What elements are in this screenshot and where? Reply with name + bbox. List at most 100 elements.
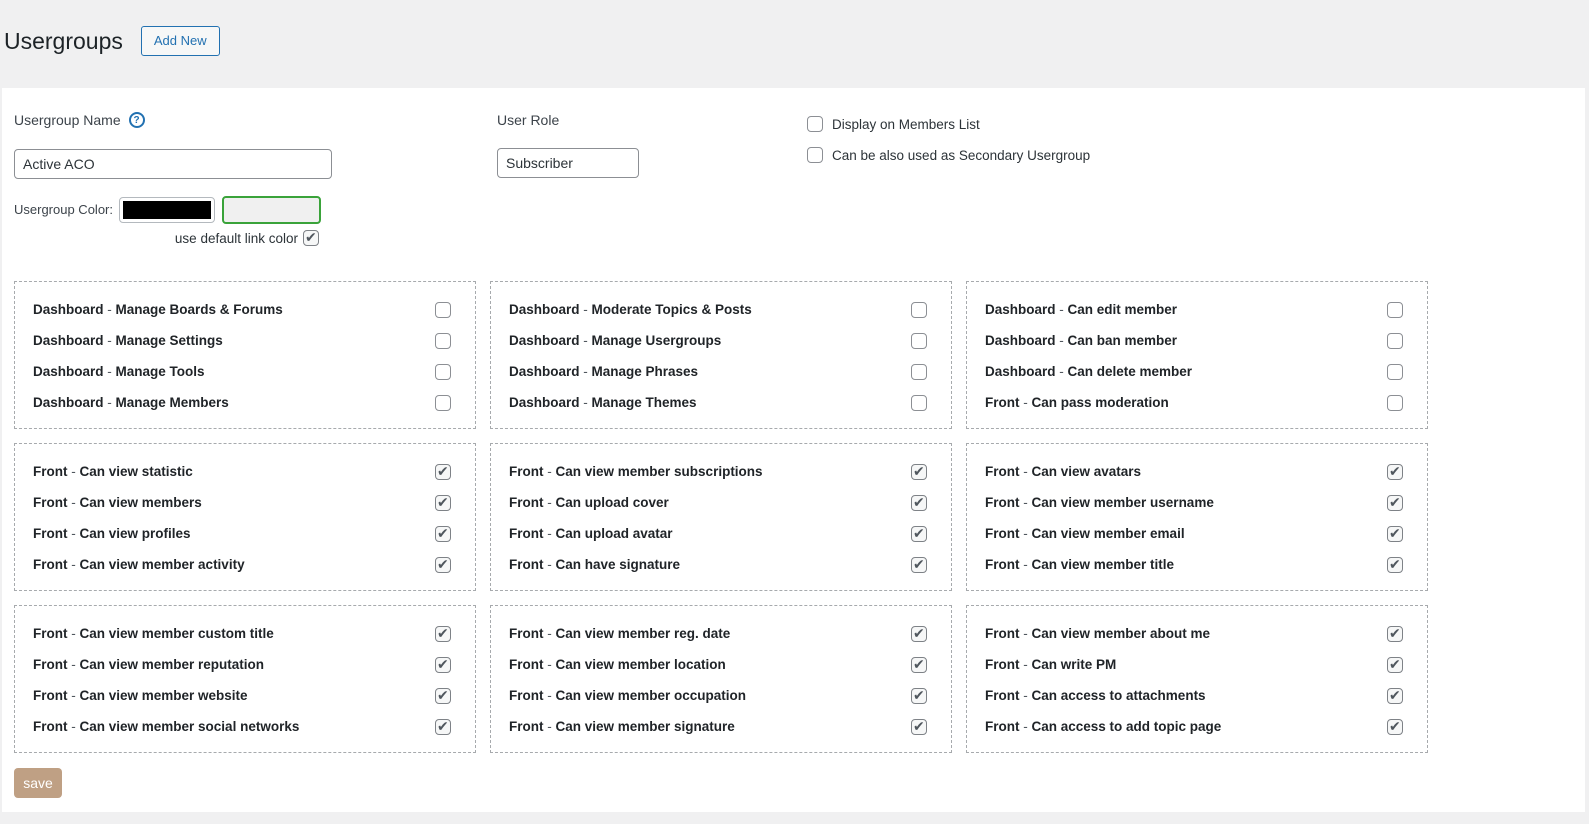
permission-row: Front - Can view member username [985,487,1403,518]
permission-checkbox[interactable] [1387,526,1403,542]
default-link-color-checkbox[interactable] [303,230,319,246]
permission-name: Can view statistic [80,464,193,479]
usergroup-name-input[interactable] [14,149,332,179]
permission-checkbox[interactable] [1387,464,1403,480]
permission-row: Front - Can view member activity [33,549,451,580]
permission-name: Can view member title [1032,557,1175,572]
permission-checkbox[interactable] [911,333,927,349]
display-on-members-list-checkbox[interactable] [807,116,823,132]
permission-name: Manage Settings [116,333,223,348]
permission-checkbox[interactable] [435,333,451,349]
permission-checkbox[interactable] [911,302,927,318]
permission-row: Front - Can view profiles [33,518,451,549]
permission-separator: - [1020,495,1032,510]
add-new-button[interactable]: Add New [141,26,220,56]
permission-separator: - [544,626,556,641]
permission-checkbox[interactable] [911,657,927,673]
permissions-grid: Dashboard - Manage Boards & ForumsDashbo… [14,281,1428,753]
permission-prefix: Front [509,495,544,510]
permission-checkbox[interactable] [435,688,451,704]
permission-checkbox[interactable] [435,626,451,642]
usergroup-color-input[interactable] [222,196,321,224]
permission-checkbox[interactable] [435,719,451,735]
permission-name: Can edit member [1068,302,1178,317]
permission-label: Front - Can access to add topic page [985,719,1221,734]
permission-name: Can view member reg. date [556,626,731,641]
permission-checkbox[interactable] [911,526,927,542]
permission-checkbox[interactable] [435,302,451,318]
permission-label: Front - Can view member about me [985,626,1210,641]
permission-checkbox[interactable] [435,526,451,542]
permission-prefix: Front [33,557,68,572]
permission-row: Front - Can view member custom title [33,618,451,649]
permission-checkbox[interactable] [911,688,927,704]
permission-name: Manage Tools [116,364,205,379]
permission-prefix: Dashboard [33,302,104,317]
permission-checkbox[interactable] [435,657,451,673]
user-role-input[interactable] [497,148,639,178]
usergroup-form-card: Usergroup Name ? Usergroup Color: use de… [2,88,1585,812]
permission-checkbox[interactable] [435,557,451,573]
permission-name: Manage Members [116,395,229,410]
permission-row: Front - Can view member social networks [33,711,451,742]
permission-name: Can view member username [1032,495,1214,510]
permission-separator: - [1020,719,1032,734]
permission-name: Can view profiles [80,526,191,541]
permission-prefix: Front [985,395,1020,410]
permission-checkbox[interactable] [1387,395,1403,411]
permission-label: Dashboard - Moderate Topics & Posts [509,302,752,317]
permission-checkbox[interactable] [1387,364,1403,380]
save-button[interactable]: save [14,768,62,798]
permission-checkbox[interactable] [1387,302,1403,318]
permission-separator: - [580,302,592,317]
permission-separator: - [104,364,116,379]
permission-prefix: Front [509,526,544,541]
permission-checkbox[interactable] [435,395,451,411]
permission-separator: - [1020,464,1032,479]
permission-checkbox[interactable] [435,364,451,380]
page-header: Usergroups Add New [4,26,220,56]
permission-checkbox[interactable] [1387,657,1403,673]
permission-checkbox[interactable] [435,464,451,480]
permission-separator: - [544,657,556,672]
permission-name: Can pass moderation [1032,395,1169,410]
permission-prefix: Front [985,464,1020,479]
permission-name: Can view member about me [1032,626,1211,641]
permission-checkbox[interactable] [1387,688,1403,704]
question-mark-icon[interactable]: ? [129,112,145,128]
permission-label: Dashboard - Manage Phrases [509,364,698,379]
permission-label: Front - Can view statistic [33,464,193,479]
permission-checkbox[interactable] [911,464,927,480]
permission-checkbox[interactable] [1387,557,1403,573]
permission-checkbox[interactable] [1387,495,1403,511]
permission-separator: - [1020,657,1032,672]
permission-label: Dashboard - Can edit member [985,302,1177,317]
permission-checkbox[interactable] [1387,626,1403,642]
permission-row: Front - Can upload avatar [509,518,927,549]
permission-name: Can view avatars [1032,464,1142,479]
permission-checkbox[interactable] [1387,719,1403,735]
default-link-color-label: use default link color [175,231,298,246]
default-link-color-row: use default link color [14,230,319,246]
permission-checkbox[interactable] [911,719,927,735]
display-on-members-list-label: Display on Members List [832,117,980,132]
permission-checkbox[interactable] [911,495,927,511]
permission-name: Can write PM [1032,657,1117,672]
usergroup-color-swatch[interactable] [119,197,215,223]
permission-checkbox[interactable] [911,626,927,642]
permission-checkbox[interactable] [1387,333,1403,349]
permission-checkbox[interactable] [911,395,927,411]
permission-prefix: Dashboard [509,333,580,348]
permission-checkbox[interactable] [435,495,451,511]
permission-checkbox[interactable] [911,364,927,380]
permission-prefix: Dashboard [509,302,580,317]
permission-name: Manage Usergroups [592,333,722,348]
permission-prefix: Front [509,719,544,734]
permission-group: Front - Can view member reg. date Front -… [490,605,952,753]
permission-checkbox[interactable] [911,557,927,573]
permission-separator: - [104,395,116,410]
permission-separator: - [68,719,80,734]
permission-row: Front - Can view members [33,487,451,518]
permission-row: Front - Can view member occupation [509,680,927,711]
secondary-usergroup-checkbox[interactable] [807,147,823,163]
